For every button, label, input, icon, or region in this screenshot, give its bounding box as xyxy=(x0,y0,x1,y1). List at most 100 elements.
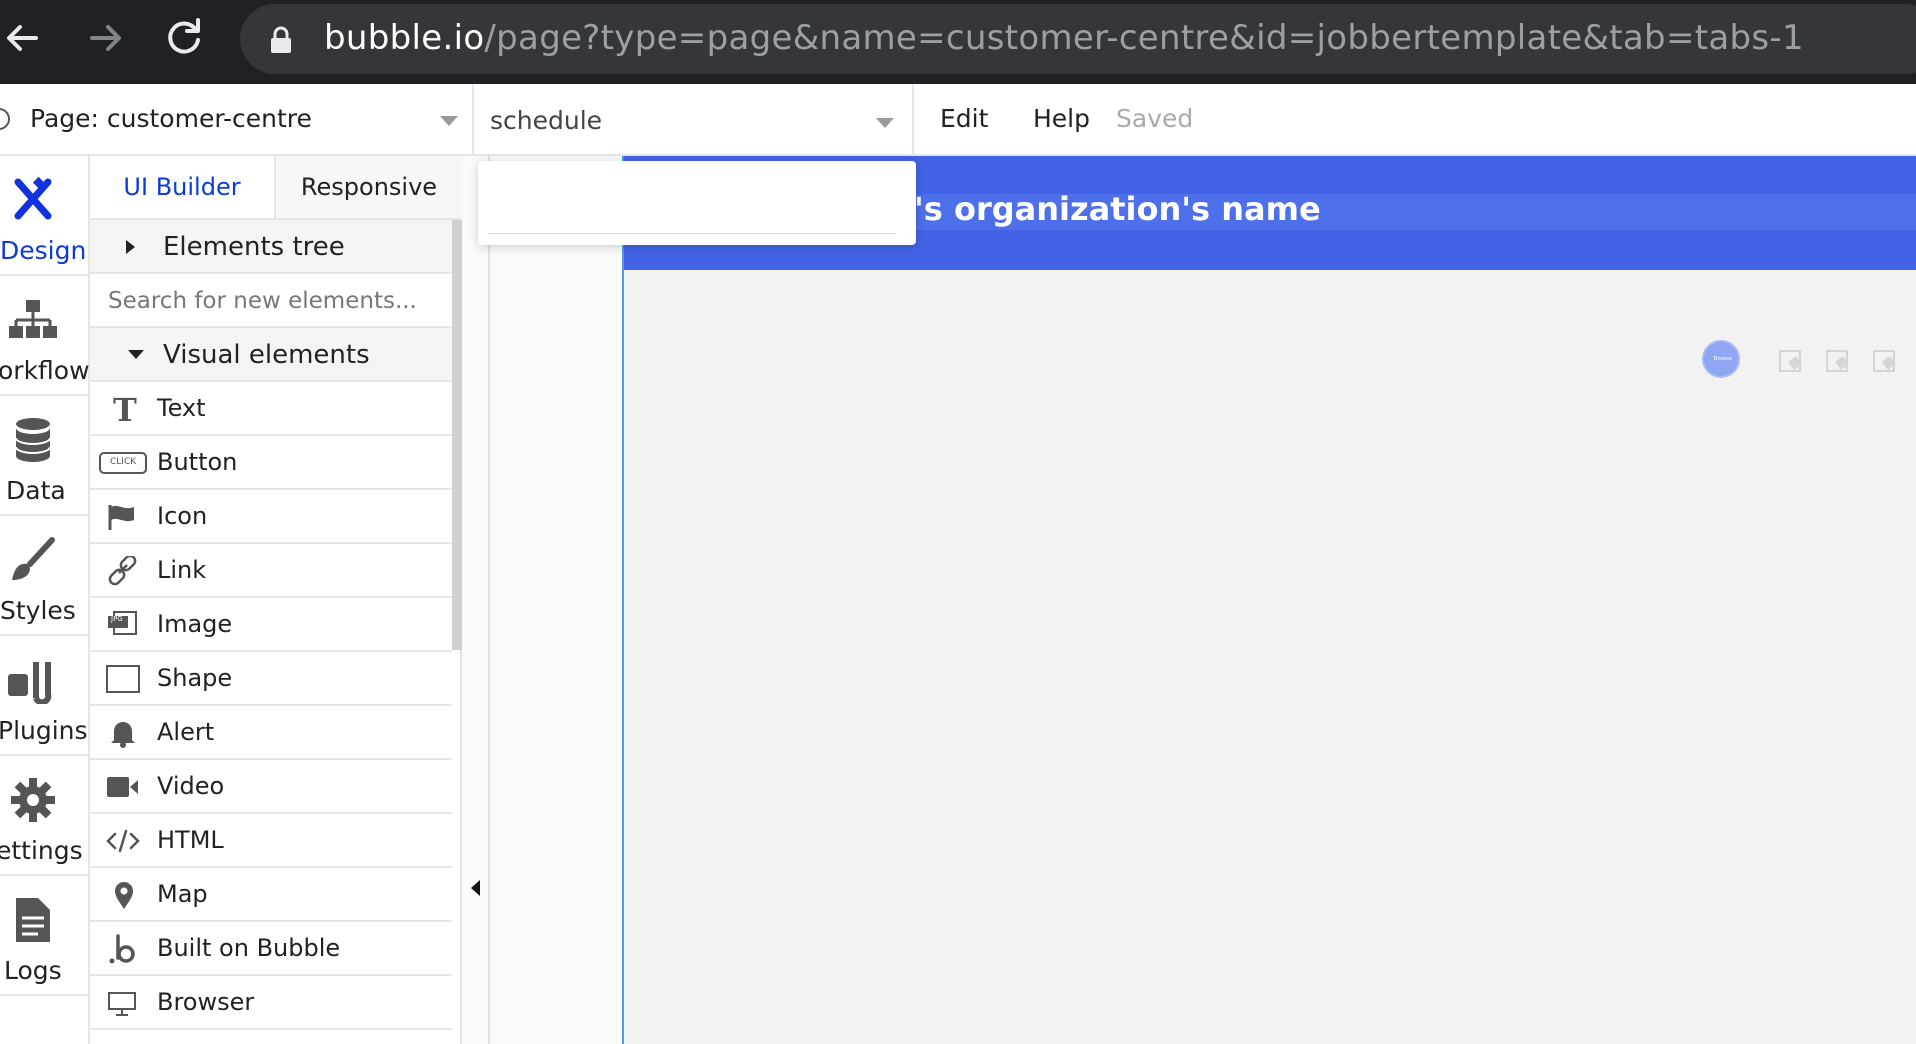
image-icon-text: JPG xyxy=(111,615,123,623)
chevron-down-icon[interactable] xyxy=(876,118,894,128)
address-bar[interactable]: bubble.io/page?type=page&name=customer-c… xyxy=(240,4,1916,74)
element-item-alert[interactable]: Alert xyxy=(90,706,452,760)
image-placeholder-icon[interactable] xyxy=(1872,348,1900,376)
forward-arrow-icon[interactable] xyxy=(80,14,128,62)
design-icon xyxy=(14,176,52,220)
tab-design[interactable]: Design xyxy=(0,156,90,276)
video-icon xyxy=(107,777,138,797)
elements-tree-toggle[interactable]: Elements tree xyxy=(90,220,452,274)
gear-icon xyxy=(11,778,55,822)
plug-icon xyxy=(8,662,52,704)
visual-elements-list: T Text CLICK Button Icon Link JPG Image … xyxy=(90,382,452,1030)
tab-settings[interactable]: ettings xyxy=(0,756,90,876)
element-item-label: Image xyxy=(157,610,233,638)
image-placeholder-icon[interactable] xyxy=(1778,348,1806,376)
element-item-video[interactable]: Video xyxy=(90,760,452,814)
editor-canvas[interactable]: 's organization's name Browse xyxy=(490,156,1916,1044)
chevron-down-icon[interactable] xyxy=(440,116,458,126)
element-item-label: Shape xyxy=(157,664,233,692)
flag-icon xyxy=(108,505,134,530)
elements-panel: UI Builder Responsive Elements tree Visu… xyxy=(90,156,462,1044)
element-search-row xyxy=(90,274,452,328)
code-icon xyxy=(106,829,140,853)
elements-tree-label: Elements tree xyxy=(163,232,345,262)
monitor-icon xyxy=(108,992,136,1016)
element-item-label: Alert xyxy=(157,718,215,746)
element-item-built-on-bubble[interactable]: Built on Bubble xyxy=(90,922,452,976)
reload-icon[interactable] xyxy=(160,14,208,62)
element-item-label: Video xyxy=(157,772,225,800)
editor-tab-bar: Design orkflow Data Styles Plugins ettin… xyxy=(0,156,90,1044)
tab-workflow[interactable]: orkflow xyxy=(0,276,90,396)
tab-plugins-label: Plugins xyxy=(0,716,88,745)
editor-toolbar: Page: customer-centre schedule Edit Help… xyxy=(0,84,1916,156)
tab-settings-label: ettings xyxy=(0,836,83,865)
database-icon xyxy=(15,418,51,462)
svg-text:T: T xyxy=(113,394,137,424)
organization-name-text[interactable]: 's organization's name xyxy=(914,190,1321,228)
element-item-icon[interactable]: Icon xyxy=(90,490,452,544)
back-arrow-icon[interactable] xyxy=(0,14,48,62)
element-selector-label: schedule xyxy=(490,106,603,135)
panel-scrollbar[interactable] xyxy=(452,220,462,650)
avatar-text: Browse xyxy=(1713,356,1733,362)
tab-styles[interactable]: Styles xyxy=(0,516,90,636)
element-dropdown-popup[interactable] xyxy=(478,161,916,245)
tab-responsive[interactable]: Responsive xyxy=(274,156,462,218)
element-item-label: Text xyxy=(157,394,206,422)
saved-status: Saved xyxy=(1116,104,1194,133)
avatar[interactable]: Browse xyxy=(1702,340,1740,378)
visual-elements-label: Visual elements xyxy=(163,340,370,370)
element-item-label: Link xyxy=(157,556,207,584)
element-item-html[interactable]: HTML xyxy=(90,814,452,868)
page-selector[interactable]: Page: customer-centre xyxy=(0,84,474,154)
dropdown-divider xyxy=(488,233,896,234)
brush-icon xyxy=(12,537,55,580)
caret-down-icon xyxy=(128,350,144,359)
element-item-link[interactable]: Link xyxy=(90,544,452,598)
visual-elements-toggle[interactable]: Visual elements xyxy=(90,328,452,382)
element-item-map[interactable]: Map xyxy=(90,868,452,922)
tab-ui-builder[interactable]: UI Builder xyxy=(90,156,274,218)
canvas-gutter xyxy=(490,156,622,1044)
element-item-label: Icon xyxy=(157,502,208,530)
link-icon xyxy=(108,556,137,586)
bubble-logo-icon xyxy=(109,934,135,964)
url-host: bubble.io xyxy=(324,18,485,58)
browser-toolbar: bubble.io/page?type=page&name=customer-c… xyxy=(0,0,1916,84)
text-icon: T xyxy=(113,394,137,424)
tab-logs[interactable]: Logs xyxy=(0,876,90,996)
element-search-input[interactable] xyxy=(108,282,438,320)
image-placeholder-icon[interactable] xyxy=(1825,348,1853,376)
panel-tabs: UI Builder Responsive xyxy=(90,156,462,220)
panel-collapse-strip[interactable] xyxy=(462,156,490,1044)
element-item-label: Button xyxy=(157,448,238,476)
collapse-arrow-icon[interactable] xyxy=(471,880,480,896)
tab-logs-label: Logs xyxy=(4,956,62,985)
element-item-button[interactable]: CLICK Button xyxy=(90,436,452,490)
document-icon xyxy=(16,898,50,942)
caret-right-icon xyxy=(126,240,135,254)
tab-data-label: Data xyxy=(6,476,66,505)
element-item-label: Built on Bubble xyxy=(157,934,341,962)
tab-workflow-label: orkflow xyxy=(0,356,90,385)
element-item-browser[interactable]: Browser xyxy=(90,976,452,1030)
tab-plugins[interactable]: Plugins xyxy=(0,636,90,756)
page-selector-label: Page: customer-centre xyxy=(30,104,312,133)
tab-styles-label: Styles xyxy=(0,596,76,625)
help-menu[interactable]: Help xyxy=(1033,104,1090,133)
tab-data[interactable]: Data xyxy=(0,396,90,516)
element-selector[interactable]: schedule xyxy=(474,84,914,154)
canvas-page[interactable]: 's organization's name Browse xyxy=(622,156,1916,1044)
edit-menu[interactable]: Edit xyxy=(940,104,988,133)
element-item-text[interactable]: T Text xyxy=(90,382,452,436)
url-text[interactable]: bubble.io/page?type=page&name=customer-c… xyxy=(324,18,1804,58)
element-item-shape[interactable]: Shape xyxy=(90,652,452,706)
element-item-image[interactable]: JPG Image xyxy=(90,598,452,652)
lock-icon xyxy=(271,26,291,53)
workflow-icon xyxy=(9,300,57,338)
map-pin-icon xyxy=(115,882,133,909)
element-item-label: Browser xyxy=(157,988,255,1016)
shape-icon xyxy=(106,665,140,693)
url-path: /page?type=page&name=customer-centre&id=… xyxy=(484,18,1804,58)
